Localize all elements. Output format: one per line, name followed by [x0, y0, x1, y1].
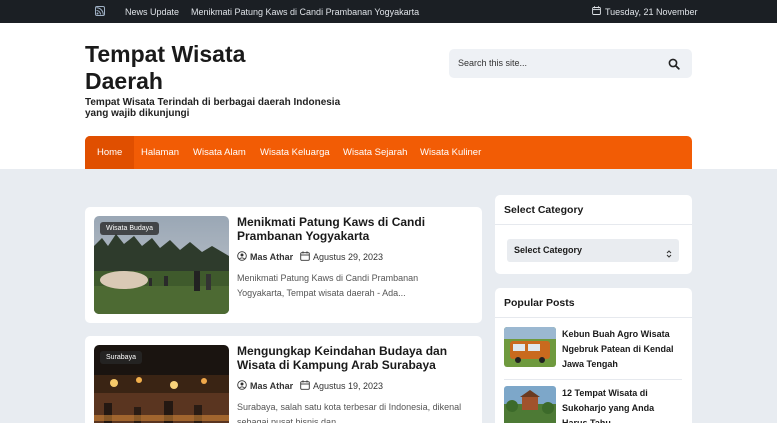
search-box	[449, 49, 692, 78]
search-input[interactable]	[458, 56, 658, 70]
post-category-badge[interactable]: Wisata Budaya	[100, 222, 160, 235]
post-thumbnail[interactable]: Surabaya	[94, 345, 229, 423]
search-icon[interactable]	[668, 57, 680, 75]
user-icon	[237, 251, 247, 263]
post-title[interactable]: Mengungkap Keindahan Budaya dan Wisata d…	[237, 344, 475, 372]
post-title[interactable]: Menikmati Patung Kaws di Candi Prambanan…	[237, 215, 475, 243]
post-excerpt: Surabaya, salah satu kota terbesar di In…	[237, 402, 462, 423]
site-description: Tempat Wisata Terindah di berbagai daera…	[85, 97, 341, 119]
category-widget: Select Category Select Category	[495, 195, 692, 274]
rss-icon[interactable]	[95, 6, 105, 16]
current-date: Tuesday, 21 November	[605, 7, 698, 17]
nav-item-wisata-alam[interactable]: Wisata Alam	[193, 136, 246, 169]
widget-title: Popular Posts	[504, 297, 575, 309]
calendar-icon	[300, 251, 310, 263]
popular-post-title[interactable]: 12 Tempat Wisata di Sukoharjo yang Anda …	[562, 386, 682, 423]
select-arrows-icon	[666, 245, 672, 268]
nav-item-home[interactable]: Home	[85, 136, 135, 169]
popular-post-thumbnail[interactable]	[504, 386, 556, 423]
popular-divider	[504, 379, 682, 380]
popular-post-thumbnail[interactable]	[504, 327, 556, 367]
post-author[interactable]: Mas Athar	[250, 252, 293, 262]
post-date: Agustus 19, 2023	[313, 381, 384, 391]
nav-item-wisata-keluarga[interactable]: Wisata Keluarga	[260, 136, 330, 169]
user-icon	[237, 380, 247, 392]
main-nav: Home Halaman Wisata Alam Wisata Keluarga…	[85, 136, 692, 169]
nav-item-wisata-kuliner[interactable]: Wisata Kuliner	[420, 136, 481, 169]
post-category-badge[interactable]: Surabaya	[100, 351, 142, 364]
news-update-label: News Update	[125, 7, 180, 17]
popular-posts-widget: Popular Posts Kebun Buah Agro Wisata Nge…	[495, 288, 692, 423]
post-author[interactable]: Mas Athar	[250, 381, 293, 391]
widget-title: Select Category	[504, 204, 584, 216]
top-bar: News Update Menikmati Patung Kaws di Can…	[0, 0, 777, 23]
calendar-icon	[592, 6, 601, 17]
widget-divider	[495, 224, 692, 225]
post-excerpt: Menikmati Patung Kaws di Candi Prambanan…	[237, 273, 419, 298]
post-thumbnail[interactable]: Wisata Budaya	[94, 216, 229, 314]
site-title[interactable]: Tempat Wisata Daerah	[85, 41, 305, 95]
post-card: Wisata Budaya Menikmati Patung Kaws di C…	[85, 207, 482, 323]
post-card: Surabaya Mengungkap Keindahan Budaya dan…	[85, 336, 482, 423]
category-select-value: Select Category	[514, 245, 583, 255]
widget-divider	[495, 317, 692, 318]
news-ticker-link[interactable]: Menikmati Patung Kaws di Candi Prambanan…	[191, 7, 419, 17]
nav-item-halaman[interactable]: Halaman	[141, 136, 179, 169]
popular-post-title[interactable]: Kebun Buah Agro Wisata Ngebruk Patean di…	[562, 327, 682, 372]
post-date: Agustus 29, 2023	[313, 252, 384, 262]
category-select[interactable]: Select Category	[507, 239, 679, 262]
calendar-icon	[300, 380, 310, 392]
nav-item-wisata-sejarah[interactable]: Wisata Sejarah	[343, 136, 407, 169]
